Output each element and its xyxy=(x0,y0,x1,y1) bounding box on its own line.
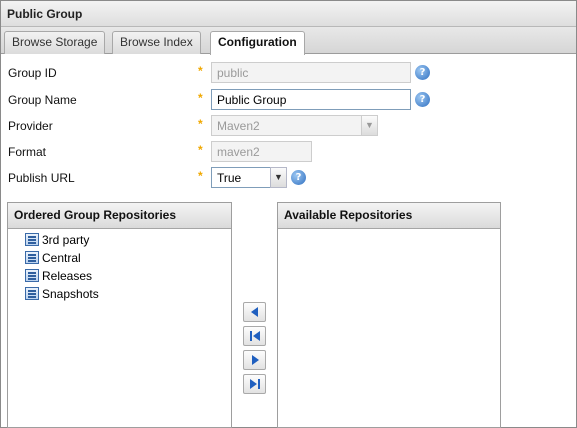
required-star-icon: * xyxy=(198,169,203,183)
format-field[interactable] xyxy=(211,141,312,162)
arrow-right-icon xyxy=(252,355,259,365)
move-right-button[interactable] xyxy=(243,350,266,370)
format-row: Format * xyxy=(1,141,576,163)
list-item[interactable]: Releases xyxy=(25,267,92,285)
tab-configuration[interactable]: Configuration xyxy=(210,31,305,55)
help-icon[interactable]: ? xyxy=(415,65,430,80)
ordered-group-panel: Ordered Group Repositories 3rd party Cen… xyxy=(7,202,232,428)
provider-label: Provider xyxy=(8,119,53,133)
help-icon[interactable]: ? xyxy=(415,92,430,107)
publish-url-label: Publish URL xyxy=(8,171,75,185)
help-icon[interactable]: ? xyxy=(291,170,306,185)
arrow-left-icon xyxy=(251,307,258,317)
arrow-last-icon xyxy=(250,379,260,389)
tab-strip: Browse Storage Browse Index Configuratio… xyxy=(1,27,576,55)
publish-url-select-value xyxy=(211,167,271,188)
required-star-icon: * xyxy=(198,91,203,105)
available-repositories-header: Available Repositories xyxy=(278,203,500,229)
list-item[interactable]: Central xyxy=(25,249,81,267)
provider-row: Provider * ▼ xyxy=(1,115,576,137)
ordered-group-header: Ordered Group Repositories xyxy=(8,203,231,229)
available-repositories-panel: Available Repositories xyxy=(277,202,501,428)
list-item-label: Snapshots xyxy=(42,287,99,301)
provider-select-value xyxy=(211,115,362,136)
repository-icon xyxy=(25,269,39,282)
arrow-first-icon xyxy=(250,331,260,341)
required-star-icon: * xyxy=(198,117,203,131)
list-item[interactable]: 3rd party xyxy=(25,231,89,249)
group-id-field[interactable] xyxy=(211,62,411,83)
publish-url-row: Publish URL * ▼ ? xyxy=(1,167,576,189)
chevron-down-icon[interactable]: ▼ xyxy=(270,167,287,188)
window: Public Group Browse Storage Browse Index… xyxy=(0,0,577,428)
repository-icon xyxy=(25,233,39,246)
list-item-label: Releases xyxy=(42,269,93,283)
required-star-icon: * xyxy=(198,64,203,78)
provider-select[interactable]: ▼ xyxy=(211,115,379,136)
repository-icon xyxy=(25,287,39,300)
group-id-row: Group ID * ? xyxy=(1,62,576,84)
move-first-button[interactable] xyxy=(243,326,266,346)
list-item-label: Central xyxy=(42,251,81,265)
required-star-icon: * xyxy=(198,143,203,157)
group-id-label: Group ID xyxy=(8,66,57,80)
group-name-label: Group Name xyxy=(8,93,77,107)
tab-browse-storage[interactable]: Browse Storage xyxy=(4,31,106,54)
publish-url-select[interactable]: ▼ xyxy=(211,167,287,188)
list-item-label: 3rd party xyxy=(42,233,90,247)
move-left-button[interactable] xyxy=(243,302,266,322)
repository-icon xyxy=(25,251,39,264)
group-name-row: Group Name * ? xyxy=(1,89,576,111)
chevron-down-icon[interactable]: ▼ xyxy=(361,115,378,136)
group-name-field[interactable] xyxy=(211,89,411,110)
move-last-button[interactable] xyxy=(243,374,266,394)
window-title: Public Group xyxy=(1,1,576,27)
list-item[interactable]: Snapshots xyxy=(25,285,99,303)
format-label: Format xyxy=(8,145,47,159)
tab-browse-index[interactable]: Browse Index xyxy=(112,31,201,54)
